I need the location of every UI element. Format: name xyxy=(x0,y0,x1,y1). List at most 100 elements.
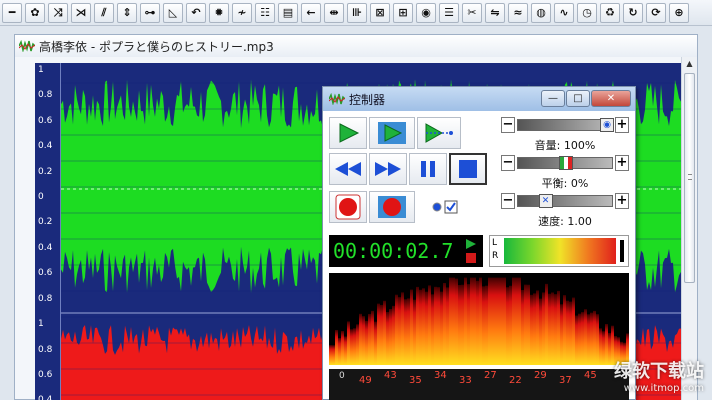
rewind-button[interactable] xyxy=(329,153,367,185)
record-selection-button[interactable] xyxy=(369,191,415,223)
eq-band-value: 49 xyxy=(359,375,372,386)
expand-tool-button[interactable]: ⇕ xyxy=(117,2,137,23)
record-options-icon xyxy=(432,200,458,214)
spectrum-tool-button[interactable]: ▤ xyxy=(278,2,298,23)
record-selection-icon xyxy=(378,196,406,218)
too-tool-button[interactable]: ♻ xyxy=(600,2,620,23)
balance-track[interactable] xyxy=(517,156,613,170)
balance-minus-button[interactable]: − xyxy=(501,155,515,171)
spectrum-bar xyxy=(560,304,563,365)
cycle-tool-button[interactable]: ↻ xyxy=(623,2,643,23)
main-toolbar: ━ ✿ ⤨ ⋊ ⫽ ⇕ ⊶ ◺ ↶ ✹ ≁ ☷ ▤ ← ⇹ ⊪ ⊠ ⊞ ◉ ☰ ✂ ⇋ ≈ ◍ ∿ ◷ ♻ ↻ ⟳ ⊕ xyxy=(0,0,712,26)
balance-slider[interactable]: − + xyxy=(501,155,629,175)
waveform-select-tool-button[interactable]: ✿ xyxy=(25,2,45,23)
balance-knob-icon[interactable] xyxy=(559,156,573,170)
undo-tool-icon: ↶ xyxy=(191,6,201,19)
close-button[interactable]: ✕ xyxy=(591,90,631,107)
spectrum-bar xyxy=(581,312,584,365)
effects-tool-button[interactable]: ✹ xyxy=(209,2,229,23)
record-icon xyxy=(335,194,361,220)
scissor-tool-button[interactable]: ✂ xyxy=(462,2,482,23)
split-tool-button[interactable]: ⫽ xyxy=(94,2,114,23)
bars-tool-button[interactable]: ☰ xyxy=(439,2,459,23)
back-tool-button[interactable]: ← xyxy=(301,2,321,23)
crossfade-tool-button[interactable]: ⤨ xyxy=(48,2,68,23)
pause-icon xyxy=(421,161,435,177)
speed-minus-button[interactable]: − xyxy=(501,193,515,209)
spectrum-bar xyxy=(422,288,425,365)
play-to-end-icon xyxy=(425,123,453,143)
spectrum-bar xyxy=(365,320,368,365)
spectrum-bar xyxy=(593,310,596,365)
pitch-tool-icon: ≈ xyxy=(513,6,523,19)
bars-tool-icon: ☰ xyxy=(444,6,454,19)
spectrum-bar xyxy=(350,329,353,365)
trim-tool-button[interactable]: ⋊ xyxy=(71,2,91,23)
volume-track[interactable]: ◉ xyxy=(517,118,614,132)
ruler-tick-label: 1 xyxy=(38,65,44,75)
filter-tool-button[interactable]: ⊠ xyxy=(370,2,390,23)
stop-button[interactable] xyxy=(449,153,487,185)
spectrum-bar xyxy=(587,314,590,365)
spectrum-bar xyxy=(479,277,482,365)
eq-tool-button[interactable]: ⊪ xyxy=(347,2,367,23)
ruler-tick-label: 0.8 xyxy=(38,293,53,304)
spectrum-bar xyxy=(344,336,347,365)
spectrum-bar xyxy=(515,277,518,365)
spectrum-bar xyxy=(551,292,554,365)
volume-minus-button[interactable]: − xyxy=(501,117,515,133)
spectrum-bar xyxy=(566,300,569,365)
center-tool-button[interactable]: ⇹ xyxy=(324,2,344,23)
speed-track[interactable]: ✕ xyxy=(517,194,613,208)
volume-plus-button[interactable]: + xyxy=(615,117,629,133)
spectrum-bar xyxy=(512,277,515,365)
pitch-tool-button[interactable]: ≈ xyxy=(508,2,528,23)
controller-title-bar[interactable]: 控制器 — □ ✕ xyxy=(323,87,635,111)
ruler-tick-label: 0.8 xyxy=(38,90,53,101)
spectrum-bar xyxy=(368,313,371,365)
record-button[interactable] xyxy=(329,191,367,223)
spectrum-bar xyxy=(557,290,560,365)
scroll-up-icon[interactable]: ▲ xyxy=(684,59,695,71)
more-tool-button[interactable]: ⊕ xyxy=(669,2,689,23)
pause-button[interactable] xyxy=(409,153,447,185)
tempo-tool-button[interactable]: ◷ xyxy=(577,2,597,23)
filter-tool-icon: ⊠ xyxy=(375,6,385,19)
play-button[interactable] xyxy=(329,117,367,149)
spectrum-bar xyxy=(377,303,380,365)
ruler-tick-label: 0.4 xyxy=(38,242,53,253)
eye-tool-button[interactable]: ◉ xyxy=(416,2,436,23)
speed-knob-icon[interactable]: ✕ xyxy=(538,194,553,208)
speed-slider[interactable]: − ✕ + xyxy=(501,193,629,213)
speed-plus-button[interactable]: + xyxy=(615,193,629,209)
table-tool-button[interactable]: ☷ xyxy=(255,2,275,23)
volume-knob-icon[interactable]: ◉ xyxy=(600,118,614,132)
transport-buttons xyxy=(329,117,489,227)
spectrum-bar xyxy=(389,309,392,365)
noise-tool-button[interactable]: ≁ xyxy=(232,2,252,23)
normalize-tool-button[interactable]: ⊶ xyxy=(140,2,160,23)
balance-plus-button[interactable]: + xyxy=(615,155,629,171)
mix-tool-button[interactable]: ⊞ xyxy=(393,2,413,23)
color-tool-button[interactable]: ◍ xyxy=(531,2,551,23)
volume-slider[interactable]: − ◉ + xyxy=(501,117,629,137)
waveform-icon xyxy=(329,93,345,105)
speed-tool-button[interactable]: ⟳ xyxy=(646,2,666,23)
play-to-end-button[interactable] xyxy=(417,117,461,149)
line-tool-button[interactable]: ━ xyxy=(2,2,22,23)
reverse-tool-button[interactable]: ⇋ xyxy=(485,2,505,23)
fast-forward-button[interactable] xyxy=(369,153,407,185)
vertical-scrollbar[interactable]: ▲ xyxy=(681,57,697,400)
undo-tool-button[interactable]: ↶ xyxy=(186,2,206,23)
maximize-button[interactable]: □ xyxy=(566,90,590,107)
fade-tool-button[interactable]: ◺ xyxy=(163,2,183,23)
volume-label: 音量: 100% xyxy=(534,139,596,152)
play-selection-button[interactable] xyxy=(369,117,415,149)
minimize-button[interactable]: — xyxy=(541,90,565,107)
record-options[interactable] xyxy=(425,191,465,223)
wave2-tool-button[interactable]: ∿ xyxy=(554,2,574,23)
spectrum-display xyxy=(329,273,629,365)
spectrum-bar xyxy=(533,293,536,365)
spectrum-bar xyxy=(419,289,422,365)
scrollbar-thumb[interactable] xyxy=(684,73,695,283)
